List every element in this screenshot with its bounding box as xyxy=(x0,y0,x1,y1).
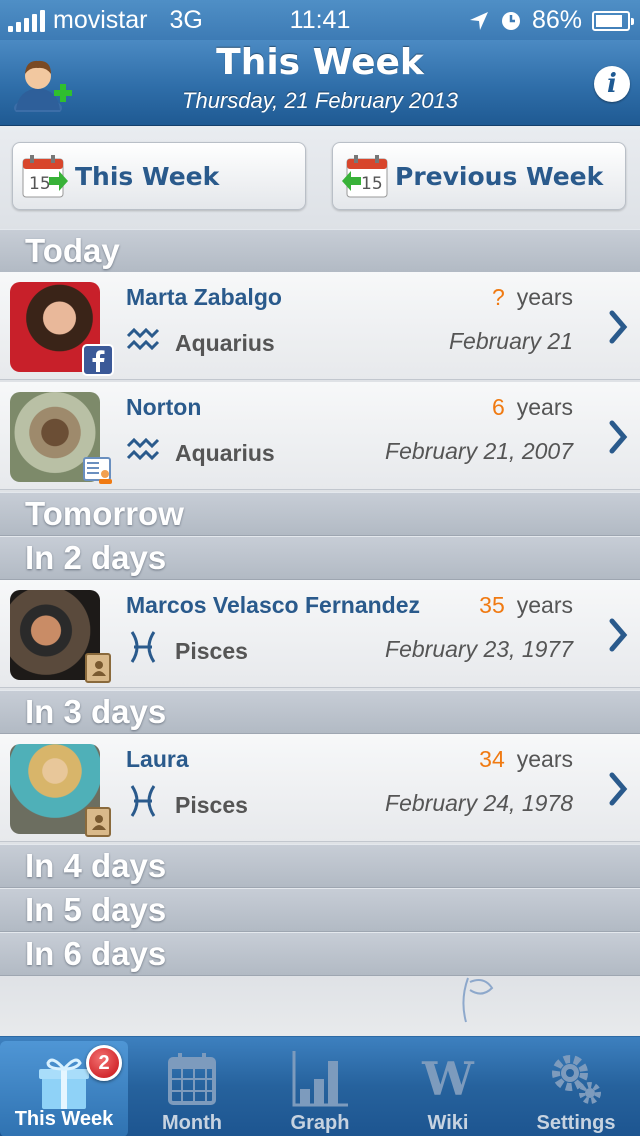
age-value: 34 xyxy=(479,746,505,772)
tab-month[interactable]: Month xyxy=(128,1037,256,1136)
age-unit: years xyxy=(516,592,573,618)
previous-week-label: Previous Week xyxy=(395,161,604,191)
age-unit: years xyxy=(516,746,573,772)
contact-row[interactable]: Marcos Velasco Fernandez 35 years Pisces … xyxy=(0,580,640,688)
contact-row[interactable]: Marta Zabalgo ? years Aquarius February 2… xyxy=(0,272,640,380)
age-value: 6 xyxy=(491,394,505,420)
calendar-back-icon: 15 xyxy=(342,155,388,198)
zodiac-sign: Pisces xyxy=(175,792,248,818)
calendar-forward-icon: 15 xyxy=(22,155,68,198)
pisces-icon xyxy=(130,631,156,663)
notification-badge: 2 xyxy=(86,1045,122,1081)
zodiac-sign: Aquarius xyxy=(175,330,275,356)
chevron-right-icon xyxy=(609,310,628,344)
section-header-in-3-days: In 3 days xyxy=(0,690,640,734)
tab-label: Month xyxy=(162,1112,222,1134)
chevron-right-icon xyxy=(609,772,628,806)
zodiac-sign: Aquarius xyxy=(175,440,275,466)
battery-fill xyxy=(596,14,622,27)
this-week-button[interactable]: 15 This Week xyxy=(12,142,306,210)
bar-graph-icon xyxy=(292,1051,348,1107)
info-button[interactable]: i xyxy=(594,66,630,102)
tab-label: Graph xyxy=(290,1112,350,1134)
address-book-icon xyxy=(85,653,111,683)
section-header-in-4-days: In 4 days xyxy=(0,844,640,888)
section-header-tomorrow: Tomorrow xyxy=(0,492,640,536)
contact-card-icon xyxy=(83,457,112,484)
tab-this-week[interactable]: 2 This Week xyxy=(0,1041,128,1136)
chevron-right-icon xyxy=(609,618,628,652)
tab-settings[interactable]: Settings xyxy=(512,1037,640,1136)
status-bar: movistar 3G 11:41 86% xyxy=(0,0,640,40)
tab-wiki[interactable]: W Wiki xyxy=(384,1037,512,1136)
gears-icon xyxy=(552,1055,601,1104)
contact-age: 34 years xyxy=(479,746,573,773)
info-icon: i xyxy=(607,69,617,99)
aquarius-icon xyxy=(126,327,160,351)
age-unit: years xyxy=(516,394,573,420)
facebook-icon xyxy=(82,344,114,376)
zodiac-sign: Pisces xyxy=(175,638,248,664)
age-value: 35 xyxy=(479,592,505,618)
tab-label: This Week xyxy=(14,1108,114,1130)
status-right: 86% xyxy=(468,6,634,35)
list-empty-area xyxy=(0,976,640,1036)
chevron-right-icon xyxy=(609,420,628,454)
previous-week-button[interactable]: 15 Previous Week xyxy=(332,142,626,210)
contact-row[interactable]: Norton 6 years Aquarius February 21, 2007 xyxy=(0,382,640,490)
calendar-day-number: 15 xyxy=(361,174,383,194)
battery-icon xyxy=(592,10,634,31)
contact-age: 6 years xyxy=(492,394,573,421)
contact-row[interactable]: Laura 34 years Pisces February 24, 1978 xyxy=(0,734,640,842)
page-title: This Week xyxy=(216,42,424,83)
section-header-in-2-days: In 2 days xyxy=(0,536,640,580)
address-book-icon xyxy=(85,807,111,837)
aquarius-icon xyxy=(126,437,160,461)
contact-name: Laura xyxy=(126,746,189,772)
calendar-icon xyxy=(168,1053,216,1105)
alarm-clock-icon xyxy=(501,11,520,30)
section-header-today: Today xyxy=(0,229,640,273)
birth-date: February 21, 2007 xyxy=(385,438,573,464)
calendar-day-number: 15 xyxy=(29,174,51,194)
birth-date: February 24, 1978 xyxy=(385,790,573,816)
section-header-in-5-days: In 5 days xyxy=(0,888,640,932)
decorative-swirl-icon xyxy=(462,977,494,1023)
contact-name: Marta Zabalgo xyxy=(126,284,282,310)
section-header-in-6-days: In 6 days xyxy=(0,932,640,976)
tab-graph[interactable]: Graph xyxy=(256,1037,384,1136)
contact-name: Norton xyxy=(126,394,202,420)
tab-bar: 2 This Week Month Graph W Wiki Settings xyxy=(0,1036,640,1136)
birth-date: February 23, 1977 xyxy=(385,636,573,662)
contact-age: ? years xyxy=(492,284,573,311)
week-selector: 15 This Week 15 Previous Week xyxy=(0,126,640,230)
contact-name: Marcos Velasco Fernandez xyxy=(126,592,421,618)
this-week-label: This Week xyxy=(75,161,220,191)
header-date: Thursday, 21 February 2013 xyxy=(182,88,458,113)
pisces-icon xyxy=(130,785,156,817)
wikipedia-icon: W xyxy=(421,1052,475,1106)
nav-header: This Week Thursday, 21 February 2013 i xyxy=(0,40,640,126)
contact-age: 35 years xyxy=(479,592,573,619)
tab-label: Settings xyxy=(536,1112,616,1134)
age-unit: years xyxy=(516,284,573,310)
location-arrow-icon xyxy=(469,11,488,30)
gift-icon xyxy=(39,1058,89,1109)
age-value: ? xyxy=(491,284,505,310)
svg-text:W: W xyxy=(421,1052,475,1106)
tab-label: Wiki xyxy=(427,1112,469,1134)
battery-percent: 86% xyxy=(531,6,582,34)
birth-date: February 21 xyxy=(448,328,573,354)
